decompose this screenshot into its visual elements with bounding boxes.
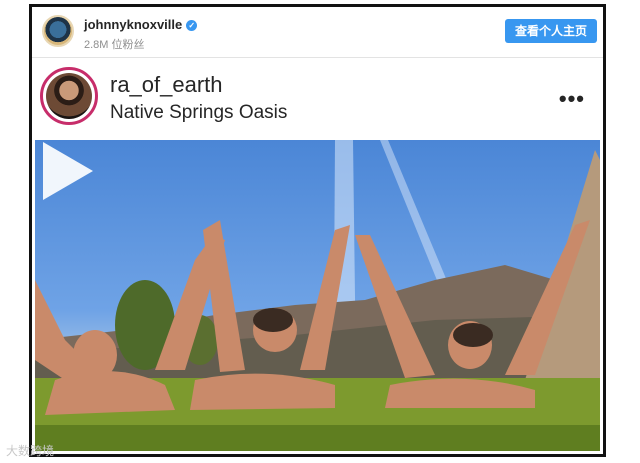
account-username-row[interactable]: johnnyknoxville ✓: [84, 17, 198, 32]
sun-beam: [380, 140, 455, 300]
verified-icon: ✓: [186, 20, 198, 31]
post-location[interactable]: Native Springs Oasis: [110, 102, 287, 124]
post-video[interactable]: [35, 140, 600, 451]
embedded-post-card: johnnyknoxville ✓ 2.8M 位粉丝 查看个人主页 ra_of_e…: [29, 4, 606, 457]
view-profile-button[interactable]: 查看个人主页: [505, 19, 597, 43]
account-avatar[interactable]: [42, 15, 74, 47]
follower-count: 2.8M 位粉丝: [84, 39, 145, 51]
play-icon[interactable]: [35, 140, 97, 202]
more-options-icon[interactable]: •••: [559, 86, 585, 112]
grass-shadow: [35, 425, 600, 451]
video-frame-image: [35, 140, 600, 451]
account-username[interactable]: johnnyknoxville: [84, 17, 182, 32]
account-header: johnnyknoxville ✓ 2.8M 位粉丝 查看个人主页: [32, 7, 603, 58]
post-author-avatar[interactable]: [40, 67, 98, 125]
post-author-photo: [46, 73, 92, 119]
post-author-username[interactable]: ra_of_earth: [110, 72, 223, 98]
post-header: ra_of_earth Native Springs Oasis •••: [32, 58, 603, 140]
watermark: 大数跨境: [6, 444, 55, 458]
